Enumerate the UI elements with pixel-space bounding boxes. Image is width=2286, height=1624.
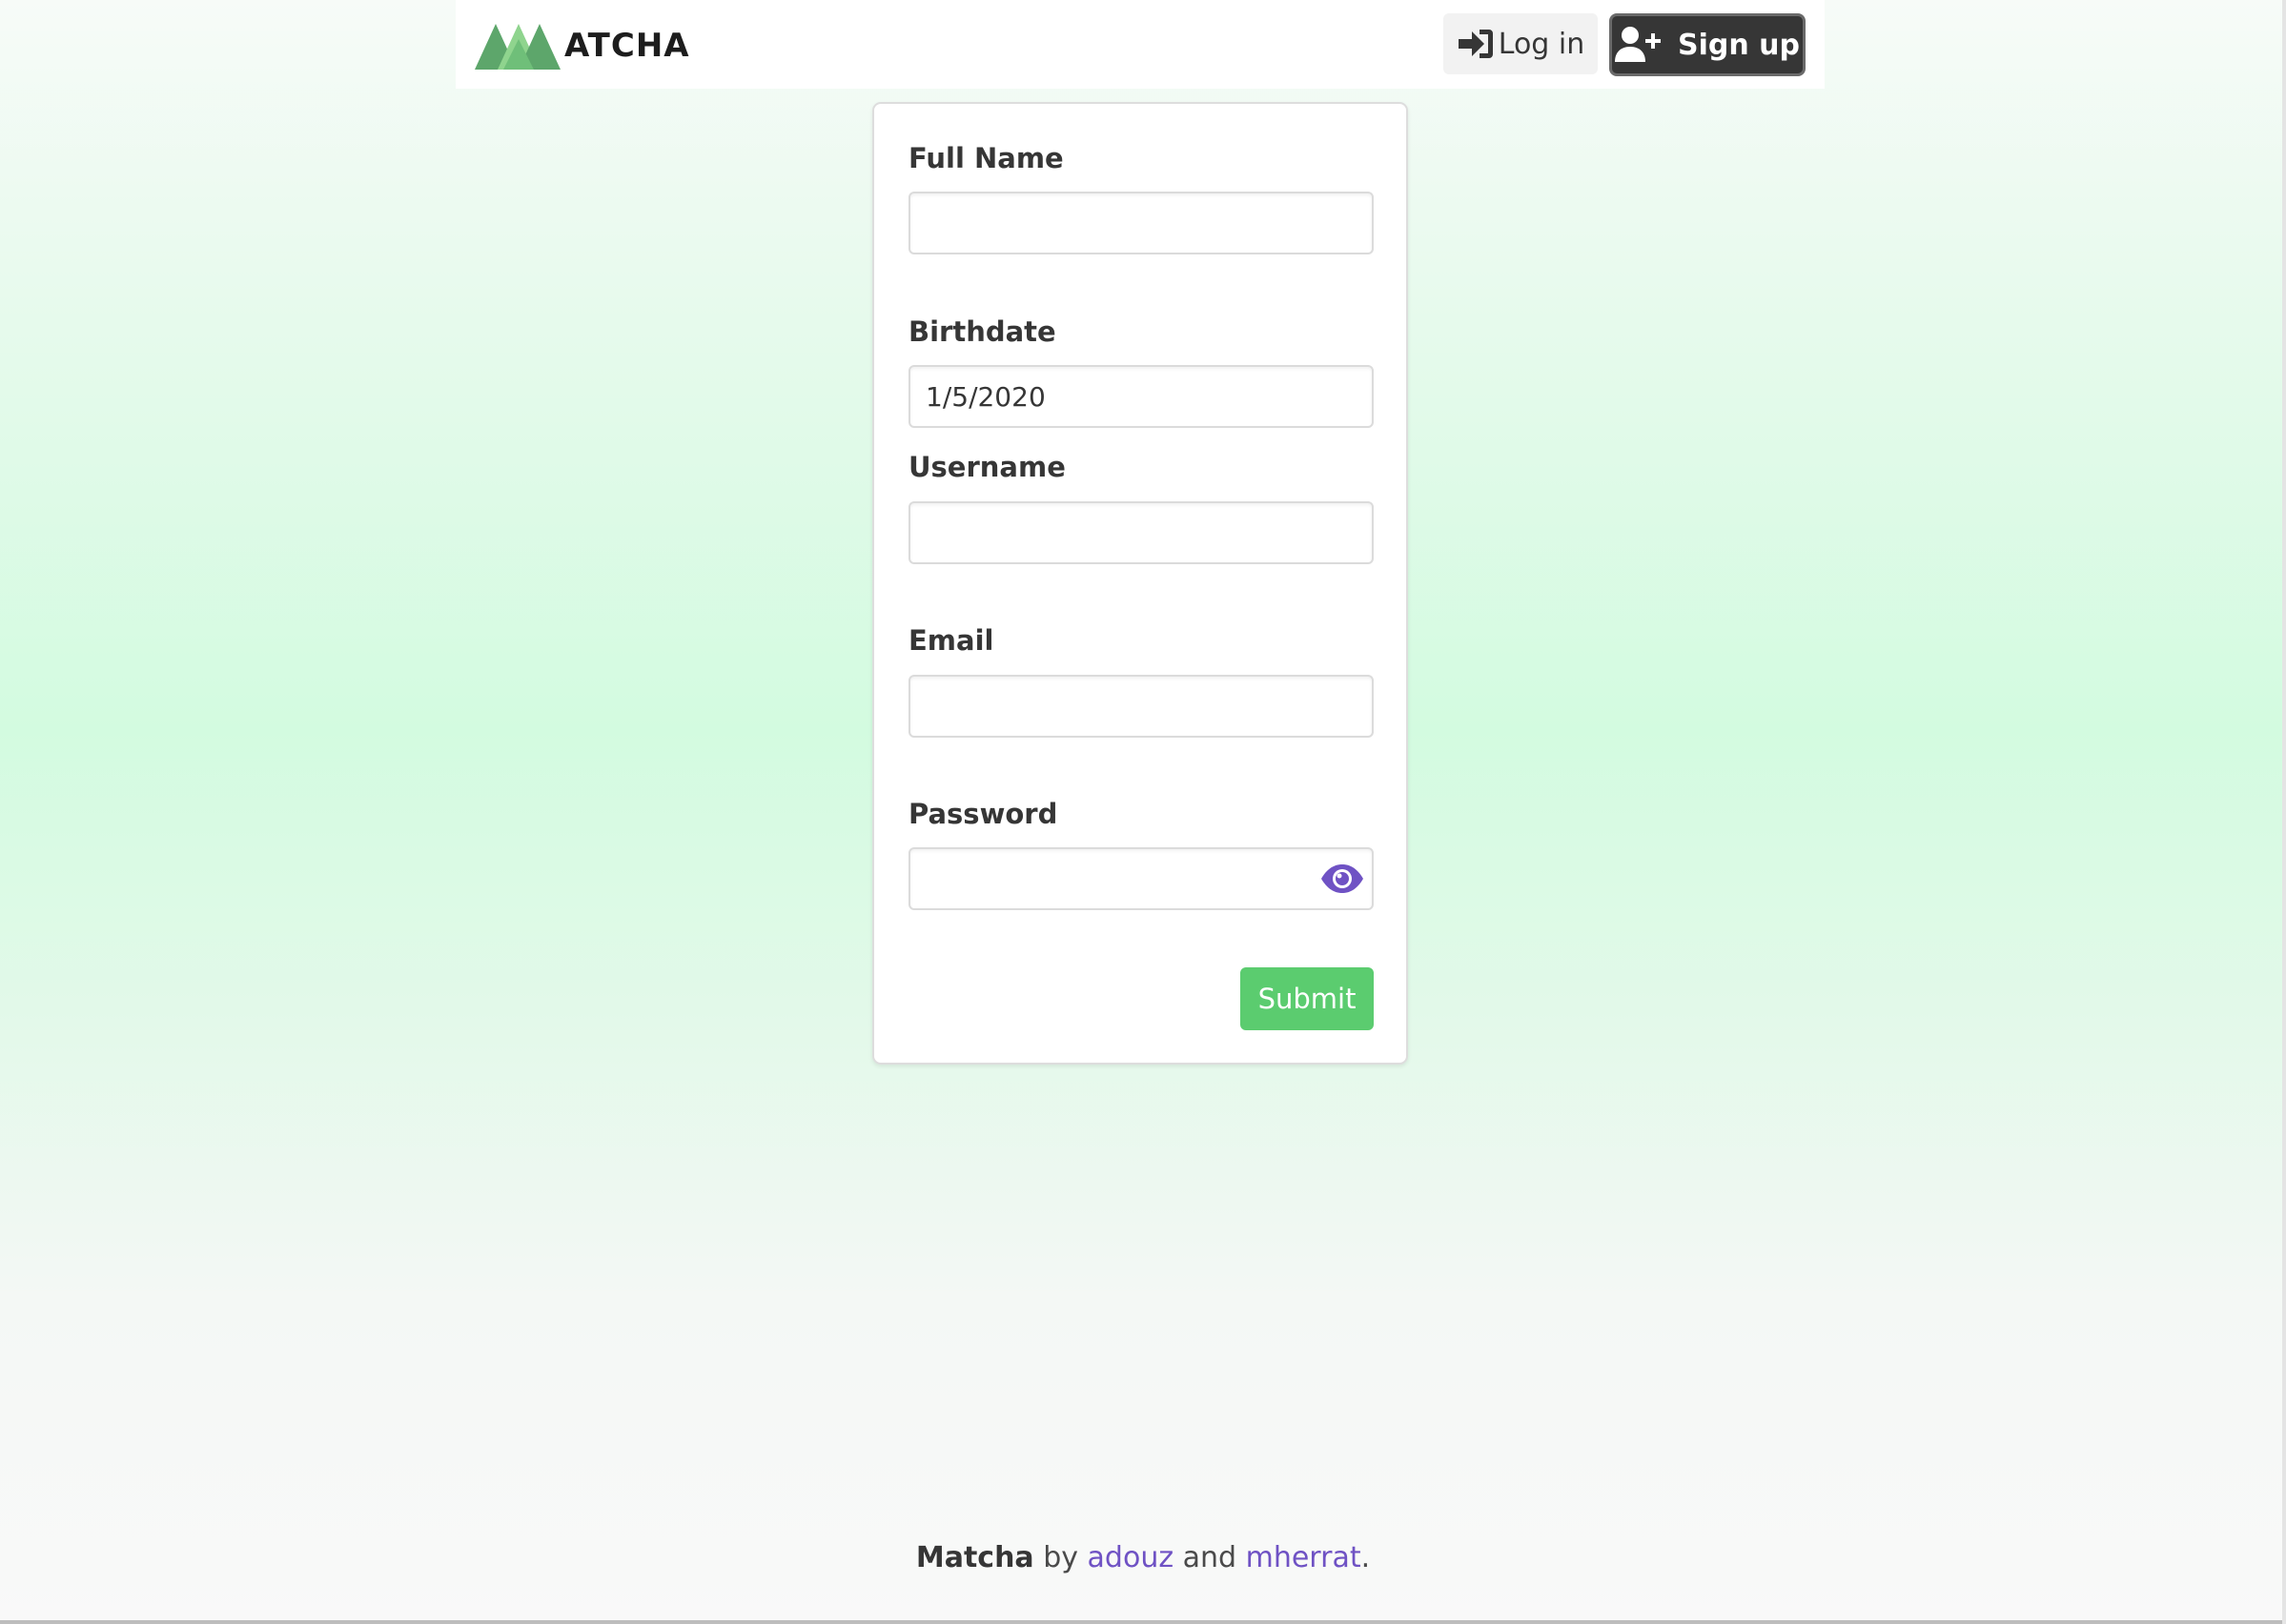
full-name-label: Full Name	[908, 142, 1064, 174]
email-label: Email	[908, 624, 994, 657]
username-label: Username	[908, 451, 1066, 483]
author-link-adouz[interactable]: adouz	[1088, 1541, 1174, 1574]
footer-by-text: by	[1033, 1541, 1088, 1574]
birthdate-input[interactable]: 1/5/2020	[908, 365, 1374, 428]
submit-button[interactable]: Submit	[1240, 967, 1374, 1030]
password-label: Password	[908, 798, 1058, 830]
username-input[interactable]	[908, 501, 1374, 564]
signup-form: Full Name Birthdate 1/5/2020 Username Em…	[872, 102, 1408, 1065]
brand-text: ATCHA	[564, 27, 690, 65]
right-scroll-edge	[2282, 0, 2286, 1624]
email-input[interactable]	[908, 675, 1374, 738]
footer-period: .	[1360, 1541, 1371, 1574]
login-button[interactable]: Log in	[1443, 13, 1598, 74]
eye-icon[interactable]	[1320, 863, 1364, 895]
bottom-divider	[0, 1620, 2286, 1624]
login-label: Log in	[1498, 27, 1585, 61]
signup-label: Sign up	[1678, 28, 1800, 62]
user-plus-icon	[1615, 26, 1663, 64]
author-link-mherrat[interactable]: mherrat	[1246, 1541, 1361, 1574]
footer-and-text: and	[1174, 1541, 1246, 1574]
navbar: ATCHA Log in Sign up	[456, 0, 1825, 89]
brand-logo[interactable]: ATCHA	[475, 19, 690, 71]
sign-in-icon	[1457, 28, 1495, 60]
footer-app-name: Matcha	[915, 1541, 1034, 1574]
footer: Matcha by adouz and mherrat.	[0, 1541, 2286, 1574]
full-name-input[interactable]	[908, 192, 1374, 254]
matcha-logo-icon	[475, 24, 561, 70]
birthdate-label: Birthdate	[908, 315, 1056, 348]
signup-button[interactable]: Sign up	[1609, 13, 1806, 76]
password-input[interactable]	[908, 847, 1374, 910]
